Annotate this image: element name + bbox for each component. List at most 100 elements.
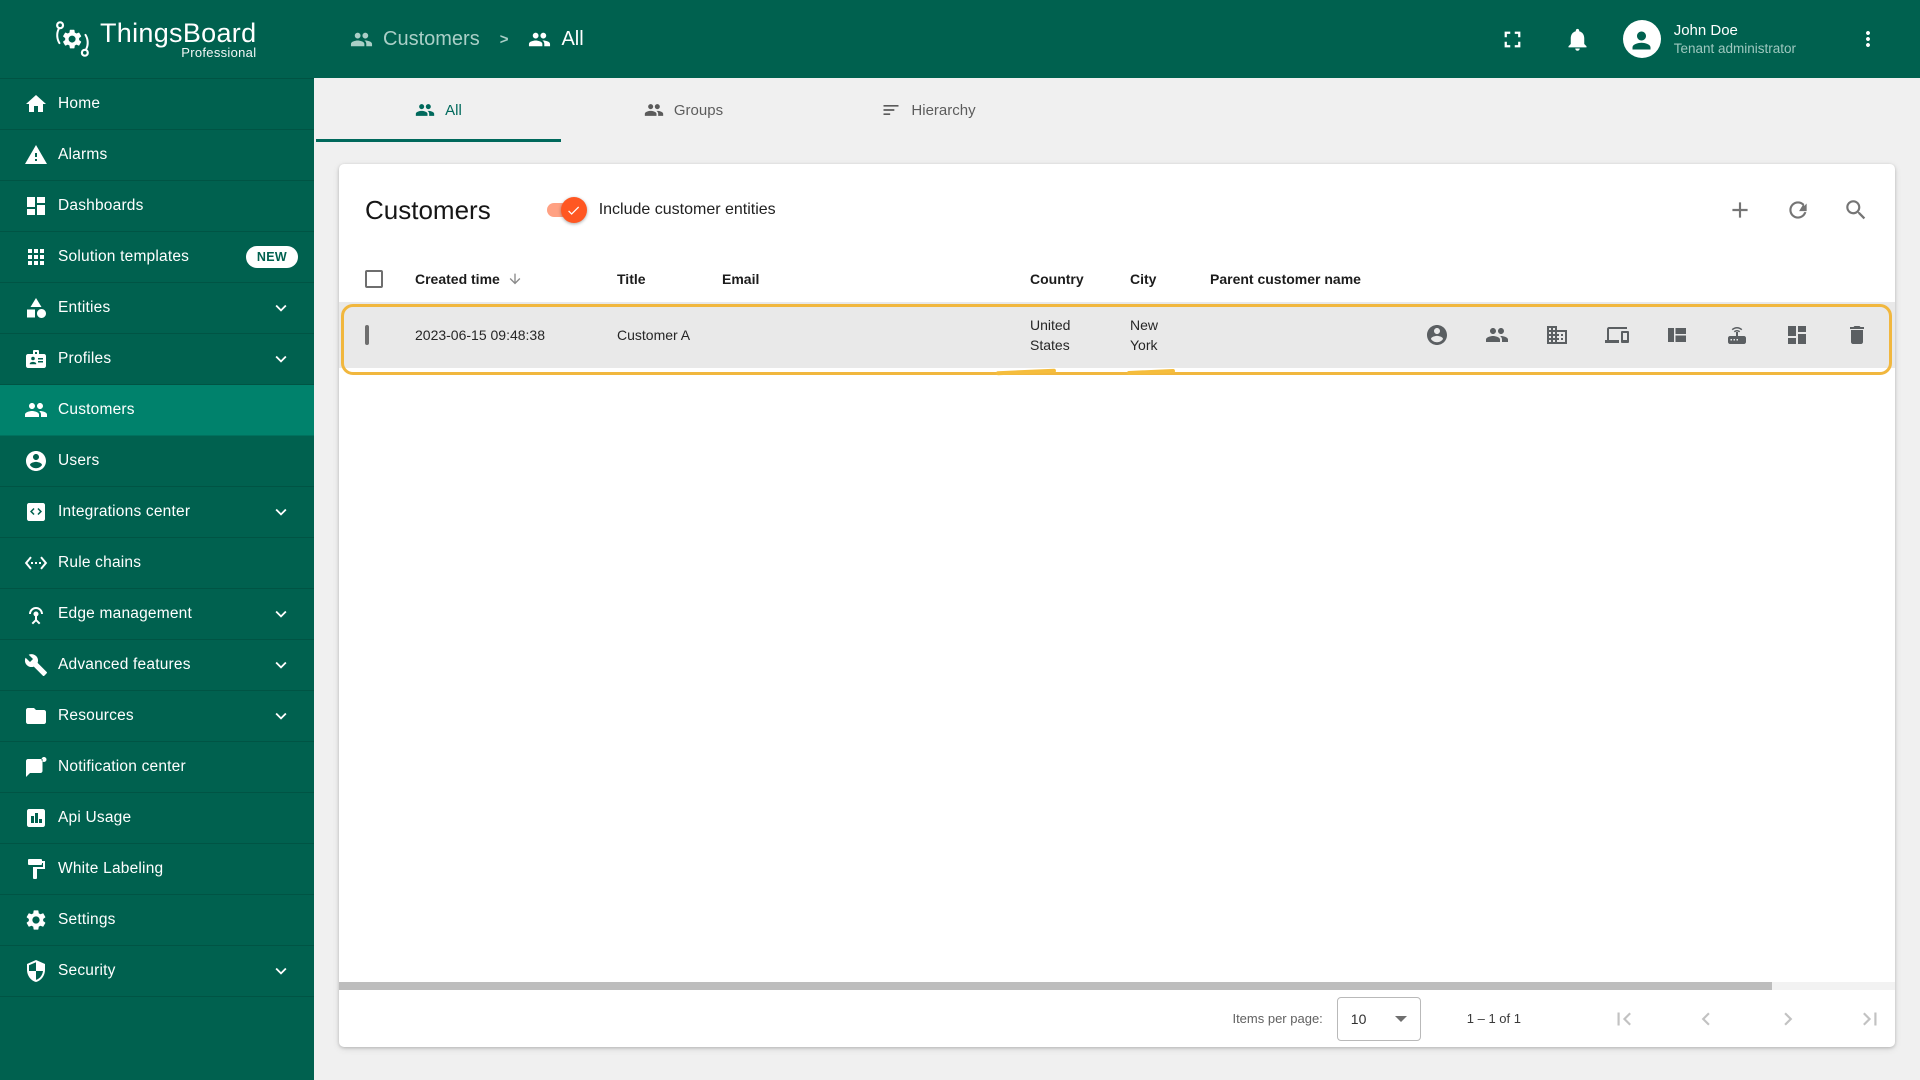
sidebar-item-label: Home	[58, 95, 101, 112]
thingsboard-logo[interactable]: ThingsBoard Professional	[0, 0, 314, 78]
white-labeling-icon	[24, 857, 48, 881]
items-per-page-value: 10	[1350, 1010, 1367, 1027]
security-icon	[24, 959, 48, 983]
sidebar-item-advanced-features[interactable]: Advanced features	[0, 640, 314, 691]
tab-all[interactable]: All	[316, 78, 561, 142]
first-page-button[interactable]	[1611, 1006, 1637, 1032]
cell-country: United States	[1030, 317, 1071, 353]
chevron-down-icon	[270, 654, 292, 676]
user-role: Tenant administrator	[1673, 41, 1796, 56]
sidebar-item-label: White Labeling	[58, 860, 164, 877]
sidebar-item-label: Edge management	[58, 605, 192, 622]
chevron-down-icon	[270, 603, 292, 625]
sidebar-item-security[interactable]: Security	[0, 946, 314, 997]
tab-hierarchy[interactable]: Hierarchy	[806, 78, 1051, 142]
manage-customer-entity-views-button[interactable]	[1665, 323, 1689, 347]
sidebar-item-notification-center[interactable]: Notification center	[0, 742, 314, 793]
sidebar-item-label: Api Usage	[58, 809, 132, 826]
entities-icon	[24, 296, 48, 320]
breadcrumb-customers[interactable]: Customers	[383, 28, 480, 51]
tabbar: All Groups Hierarchy	[314, 78, 1920, 142]
row-checkbox[interactable]	[365, 325, 369, 345]
manage-customer-edge-instances-button[interactable]	[1725, 323, 1749, 347]
sidebar-item-label: Entities	[58, 299, 111, 316]
sidebar-item-solution-templates[interactable]: Solution templates NEW	[0, 232, 314, 283]
sidebar-item-dashboards[interactable]: Dashboards	[0, 181, 314, 232]
column-title[interactable]: Title	[617, 271, 722, 287]
profiles-icon	[24, 347, 48, 371]
sidebar: ThingsBoard Professional Home Alarms Dashb…	[0, 0, 314, 1080]
select-all-checkbox[interactable]	[365, 270, 383, 288]
app-name: ThingsBoard	[100, 17, 257, 48]
tab-label: Hierarchy	[911, 101, 976, 119]
breadcrumb: Customers > All	[350, 28, 584, 51]
dropdown-caret-icon	[1394, 1015, 1407, 1022]
home-icon	[24, 92, 48, 116]
manage-customer-dashboards-button[interactable]	[1785, 323, 1809, 347]
hierarchy-icon	[881, 100, 901, 120]
sidebar-item-white-labeling[interactable]: White Labeling	[0, 844, 314, 895]
sort-desc-arrow-icon	[507, 271, 523, 287]
manage-customer-assets-button[interactable]	[1545, 323, 1569, 347]
column-country[interactable]: Country	[1030, 271, 1130, 287]
sidebar-item-users[interactable]: Users	[0, 436, 314, 487]
sidebar-item-label: Dashboards	[58, 197, 144, 214]
paginator: Items per page: 10 1 – 1 of 1	[339, 990, 1895, 1047]
column-created-time[interactable]: Created time	[415, 271, 617, 287]
search-button[interactable]	[1843, 197, 1869, 223]
sidebar-item-label: Security	[58, 962, 116, 979]
customers-group-icon	[528, 28, 551, 51]
manage-customer-devices-button[interactable]	[1605, 323, 1629, 347]
sidebar-item-rule-chains[interactable]: Rule chains	[0, 538, 314, 589]
column-email[interactable]: Email	[722, 271, 1030, 287]
page-title: Customers	[365, 194, 491, 225]
country-underline-annotation	[995, 368, 1057, 376]
sidebar-item-entities[interactable]: Entities	[0, 283, 314, 334]
sidebar-item-label: Alarms	[58, 146, 108, 163]
column-city[interactable]: City	[1130, 271, 1210, 287]
group-icon	[644, 100, 664, 120]
horizontal-scrollbar-thumb[interactable]	[339, 982, 1772, 990]
avatar	[1622, 20, 1661, 58]
previous-page-button[interactable]	[1693, 1006, 1719, 1032]
sidebar-item-integrations-center[interactable]: Integrations center	[0, 487, 314, 538]
more-vert-icon[interactable]	[1856, 27, 1880, 51]
next-page-button[interactable]	[1775, 1006, 1801, 1032]
sidebar-item-resources[interactable]: Resources	[0, 691, 314, 742]
sidebar-item-label: Profiles	[58, 350, 112, 367]
toggle-switch[interactable]	[546, 197, 587, 223]
user-menu[interactable]: John Doe Tenant administrator	[1622, 20, 1796, 58]
breadcrumb-separator: >	[499, 30, 509, 48]
sidebar-item-profiles[interactable]: Profiles	[0, 334, 314, 385]
fullscreen-icon[interactable]	[1499, 26, 1526, 53]
sidebar-item-edge-management[interactable]: Edge management	[0, 589, 314, 640]
sidebar-item-home[interactable]: Home	[0, 79, 314, 130]
panel-actions	[1727, 197, 1869, 223]
items-per-page-label: Items per page:	[1232, 1011, 1323, 1026]
last-page-button[interactable]	[1857, 1006, 1883, 1032]
sidebar-item-customers[interactable]: Customers	[0, 385, 314, 436]
manage-customers-button[interactable]	[1485, 323, 1509, 347]
include-customer-entities-toggle[interactable]: Include customer entities	[546, 197, 776, 223]
users-icon	[24, 449, 48, 473]
table-row[interactable]: 2023-06-15 09:48:38 Customer A United St…	[339, 302, 1895, 368]
horizontal-scrollbar-track	[339, 982, 1895, 990]
delete-customer-button[interactable]	[1845, 323, 1869, 347]
items-per-page-select[interactable]: 10	[1336, 996, 1421, 1041]
sidebar-item-label: Notification center	[58, 758, 186, 775]
sidebar-item-label: Integrations center	[58, 503, 191, 520]
sidebar-item-settings[interactable]: Settings	[0, 895, 314, 946]
cell-city: New York	[1130, 317, 1159, 353]
refresh-button[interactable]	[1785, 197, 1811, 223]
sidebar-item-alarms[interactable]: Alarms	[0, 130, 314, 181]
column-parent-customer-name[interactable]: Parent customer name	[1210, 271, 1895, 287]
sidebar-nav: Home Alarms Dashboards Solution templates NE…	[0, 78, 314, 997]
notifications-bell-icon[interactable]	[1564, 26, 1591, 53]
breadcrumb-all[interactable]: All	[561, 28, 583, 51]
user-name: John Doe	[1673, 22, 1738, 39]
manage-customer-users-button[interactable]	[1425, 323, 1449, 347]
tab-groups[interactable]: Groups	[561, 78, 806, 142]
sidebar-item-api-usage[interactable]: Api Usage	[0, 793, 314, 844]
app-edition: Professional	[181, 44, 257, 60]
add-customer-button[interactable]	[1727, 197, 1753, 223]
